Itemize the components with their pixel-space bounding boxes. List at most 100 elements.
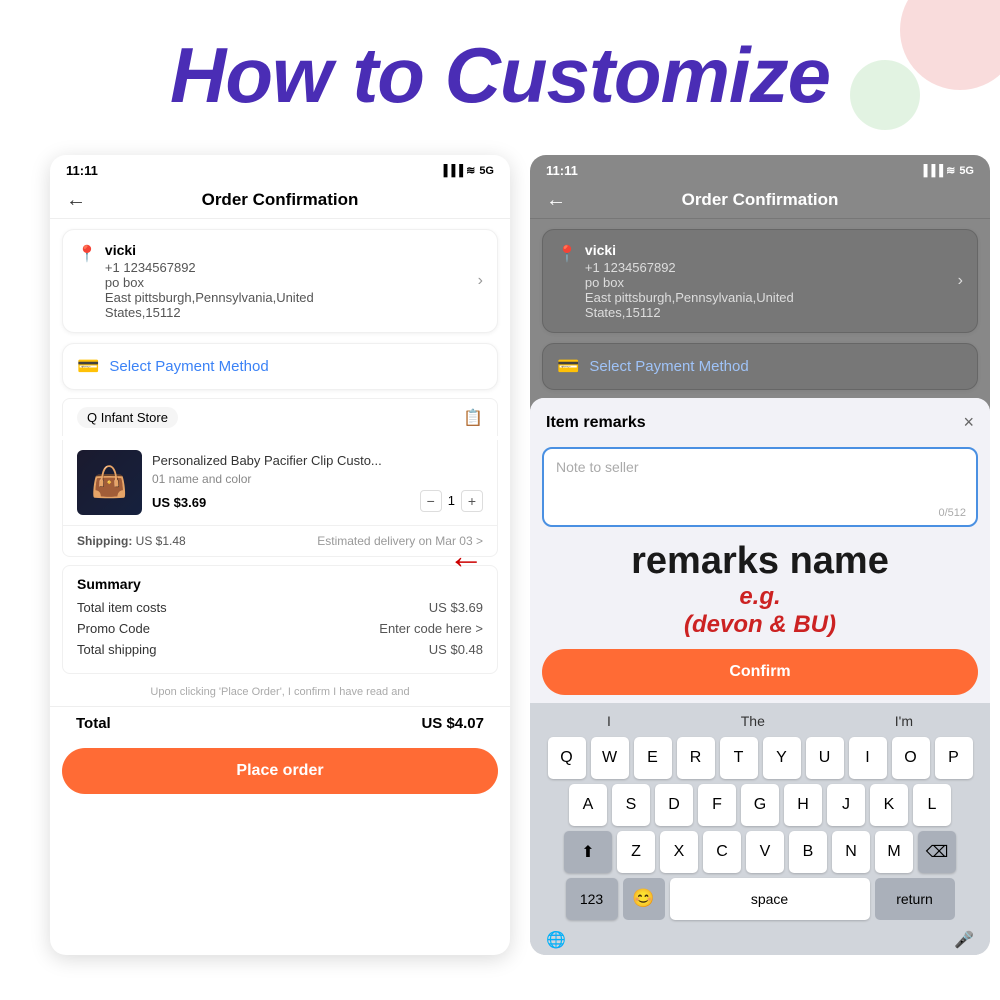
product-row: 👜 Personalized Baby Pacifier Clip Custo.… [62, 440, 498, 526]
remarks-title: Item remarks [546, 414, 646, 432]
qty-increase[interactable]: + [461, 490, 483, 512]
address-line2: East pittsburgh,Pennsylvania,United [105, 290, 478, 305]
confirm-button[interactable]: Confirm [542, 649, 978, 695]
phone-right: 11:11 ▐▐▐ ≋ 5G ← Order Confirmation 📍 vi… [530, 155, 990, 955]
key-numbers[interactable]: 123 [566, 878, 618, 920]
key-delete[interactable]: ⌫ [918, 831, 956, 873]
product-details: Personalized Baby Pacifier Clip Custo...… [152, 453, 483, 512]
keyboard-suggestions: I The I'm [534, 709, 986, 737]
keyboard-bottom-bar: 🌐 🎤 [534, 924, 986, 955]
key-n[interactable]: N [832, 831, 870, 873]
remarks-close-button[interactable]: × [963, 412, 974, 433]
mic-icon[interactable]: 🎤 [954, 930, 974, 950]
address-line1: po box [105, 275, 478, 290]
left-back-arrow[interactable]: ← [66, 189, 86, 212]
payment-label: Select Payment Method [109, 358, 268, 375]
right-address-card[interactable]: 📍 vicki +1 1234567892 po box East pittsb… [542, 229, 978, 333]
key-d[interactable]: D [655, 784, 693, 826]
payment-icon: 💳 [77, 356, 99, 377]
tote-bag: 👜 [77, 450, 142, 515]
key-g[interactable]: G [741, 784, 779, 826]
key-p[interactable]: P [935, 737, 973, 779]
address-chevron: › [478, 272, 483, 290]
globe-icon[interactable]: 🌐 [546, 930, 566, 950]
place-order-button[interactable]: Place order [62, 748, 498, 794]
product-image: 👜 [77, 450, 142, 515]
right-address-name: vicki [585, 242, 958, 258]
right-address-line2: East pittsburgh,Pennsylvania,United [585, 290, 958, 305]
key-shift[interactable]: ⬆ [564, 831, 612, 873]
keyboard-row-1: Q W E R T Y U I O P [534, 737, 986, 779]
key-h[interactable]: H [784, 784, 822, 826]
address-name: vicki [105, 242, 478, 258]
remarks-input[interactable]: Note to seller 0/512 [542, 447, 978, 527]
key-r[interactable]: R [677, 737, 715, 779]
key-q[interactable]: Q [548, 737, 586, 779]
keyboard-bottom-row: 123 😊 space return [534, 878, 986, 920]
key-b[interactable]: B [789, 831, 827, 873]
key-w[interactable]: W [591, 737, 629, 779]
right-payment-row[interactable]: 💳 Select Payment Method [542, 343, 978, 390]
left-status-icons: ▐▐▐ ≋ 5G [440, 164, 494, 177]
total-row: Total US $4.07 [50, 706, 510, 740]
key-o[interactable]: O [892, 737, 930, 779]
key-j[interactable]: J [827, 784, 865, 826]
key-l[interactable]: L [913, 784, 951, 826]
address-phone: +1 1234567892 [105, 260, 478, 275]
right-address-info: vicki +1 1234567892 po box East pittsbur… [585, 242, 958, 320]
remarks-popup: Item remarks × Note to seller 0/512 rema… [530, 398, 990, 955]
promo-label: Promo Code [77, 621, 150, 636]
right-address-phone: +1 1234567892 [585, 260, 958, 275]
note-icon[interactable]: 📋 [463, 408, 483, 428]
location-icon: 📍 [77, 244, 97, 264]
key-k[interactable]: K [870, 784, 908, 826]
suggestion-im[interactable]: I'm [895, 713, 913, 729]
total-label: Total [76, 715, 111, 732]
key-x[interactable]: X [660, 831, 698, 873]
key-s[interactable]: S [612, 784, 650, 826]
right-address-line1: po box [585, 275, 958, 290]
key-f[interactable]: F [698, 784, 736, 826]
suggestion-the[interactable]: The [741, 713, 765, 729]
product-name: Personalized Baby Pacifier Clip Custo... [152, 453, 483, 470]
remarks-header: Item remarks × [530, 398, 990, 443]
key-e[interactable]: E [634, 737, 672, 779]
phone-left: 11:11 ▐▐▐ ≋ 5G ← Order Confirmation 📍 vi… [50, 155, 510, 955]
key-t[interactable]: T [720, 737, 758, 779]
key-u[interactable]: U [806, 737, 844, 779]
keyboard-row-3: ⬆ Z X C V B N M ⌫ [534, 831, 986, 873]
key-y[interactable]: Y [763, 737, 801, 779]
item-costs-label: Total item costs [77, 600, 167, 615]
remarks-counter: 0/512 [938, 507, 966, 519]
key-a[interactable]: A [569, 784, 607, 826]
key-z[interactable]: Z [617, 831, 655, 873]
item-costs-value: US $3.69 [429, 600, 483, 615]
key-space[interactable]: space [670, 878, 870, 920]
store-header: Q Infant Store 📋 [62, 398, 498, 436]
remarks-name-big: remarks name [538, 541, 982, 583]
right-time: 11:11 [546, 163, 578, 178]
key-return[interactable]: return [875, 878, 955, 920]
qty-decrease[interactable]: − [420, 490, 442, 512]
keyboard-area: I The I'm Q W E R T Y U I O P A S D [530, 703, 990, 955]
right-nav-header: ← Order Confirmation [530, 182, 990, 219]
key-emoji[interactable]: 😊 [623, 878, 665, 920]
right-back-arrow[interactable]: ← [546, 189, 566, 212]
right-status-bar: 11:11 ▐▐▐ ≋ 5G [530, 155, 990, 182]
shipping-cost: US $1.48 [136, 534, 186, 548]
address-row: 📍 vicki +1 1234567892 po box East pittsb… [77, 242, 483, 320]
right-status-icons: ▐▐▐ ≋ 5G [920, 164, 974, 177]
key-i[interactable]: I [849, 737, 887, 779]
shipping-total-row: Total shipping US $0.48 [77, 642, 483, 657]
key-v[interactable]: V [746, 831, 784, 873]
promo-value[interactable]: Enter code here > [379, 621, 483, 636]
left-nav-title: Order Confirmation [202, 190, 359, 210]
store-name[interactable]: Q Infant Store [77, 407, 178, 428]
left-address-card[interactable]: 📍 vicki +1 1234567892 po box East pittsb… [62, 229, 498, 333]
left-time: 11:11 [66, 163, 98, 178]
qty-value: 1 [448, 493, 455, 508]
payment-row[interactable]: 💳 Select Payment Method [62, 343, 498, 390]
key-c[interactable]: C [703, 831, 741, 873]
suggestion-i[interactable]: I [607, 713, 611, 729]
key-m[interactable]: M [875, 831, 913, 873]
